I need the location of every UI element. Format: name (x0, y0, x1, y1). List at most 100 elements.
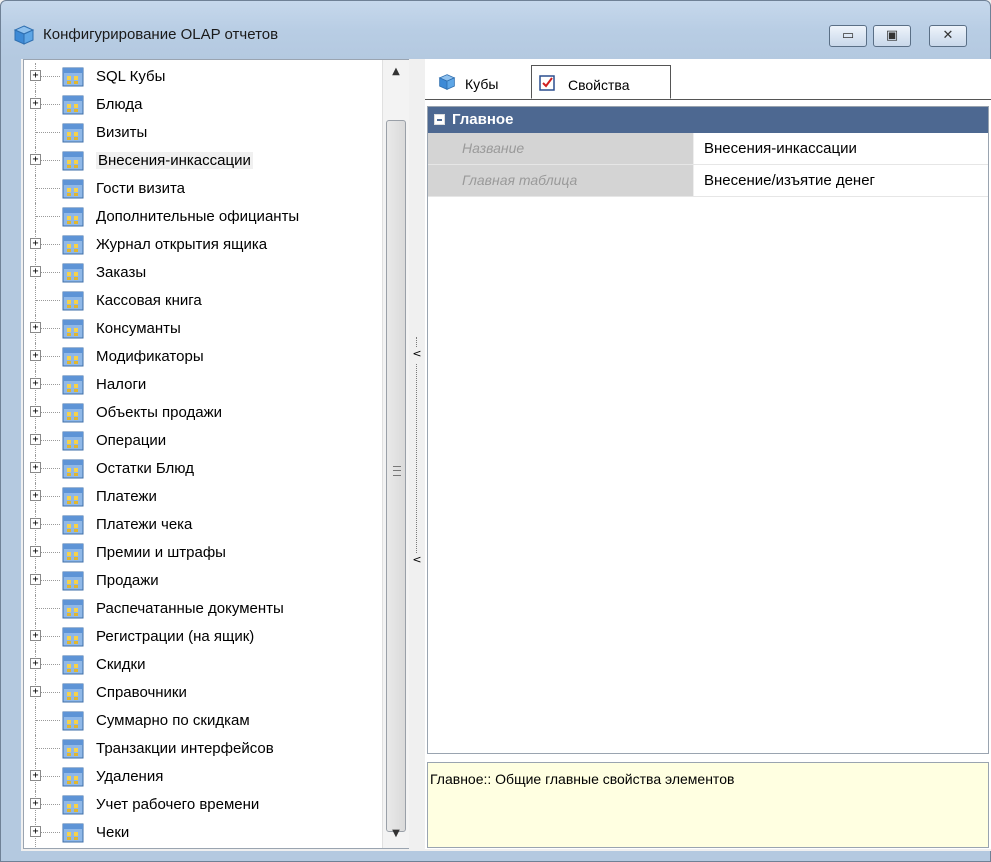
expand-icon[interactable]: + (30, 798, 41, 809)
tree-connector (35, 287, 36, 315)
properties-panel: Кубы Свойства Главное Название Внесения-… (425, 59, 991, 849)
cube-table-icon (62, 487, 84, 507)
cube-table-icon (62, 711, 84, 731)
expand-icon[interactable]: + (30, 518, 41, 529)
expand-icon[interactable]: + (30, 686, 41, 697)
tree-item[interactable]: + Консуманты (24, 315, 384, 343)
tree-item-label: Объекты продажи (96, 404, 223, 421)
tree-item-label: Платежи (96, 488, 157, 505)
expand-icon[interactable]: + (30, 378, 41, 389)
expand-icon[interactable]: + (30, 630, 41, 641)
expand-icon[interactable]: + (30, 70, 41, 81)
tree-item-label: Блюда (96, 96, 143, 113)
tree-item-label: Модификаторы (96, 348, 204, 365)
tree-item[interactable]: + Заказы (24, 259, 384, 287)
property-name-cell: Главная таблица (428, 165, 694, 196)
tree-item[interactable]: + Блюда (24, 91, 384, 119)
maximize-button[interactable]: ▣ (873, 25, 911, 47)
property-value[interactable]: Внесения-инкассации (704, 140, 857, 157)
cube-table-icon (62, 571, 84, 591)
scroll-up-icon[interactable]: ▲ (383, 66, 409, 86)
expand-icon[interactable]: + (30, 98, 41, 109)
scrollbar-thumb[interactable] (386, 120, 406, 832)
tree-item[interactable]: Визиты (24, 119, 384, 147)
expand-icon[interactable]: + (30, 154, 41, 165)
cube-table-icon (62, 627, 84, 647)
tree-item[interactable]: + Чеки (24, 819, 384, 847)
expand-icon[interactable]: + (30, 406, 41, 417)
cube-table-icon (62, 795, 84, 815)
cube-table-icon (62, 207, 84, 227)
expand-icon[interactable]: + (30, 238, 41, 249)
app-window: Конфигурирование OLAP отчетов ▭ ▣ ✕ + SQL… (0, 0, 991, 862)
tree-item[interactable]: + Объекты продажи (24, 399, 384, 427)
expand-icon[interactable]: + (30, 574, 41, 585)
tree-connector (35, 595, 36, 623)
expand-icon[interactable]: + (30, 434, 41, 445)
cube-icon (438, 74, 456, 90)
tree-item[interactable]: + Премии и штрафы (24, 539, 384, 567)
grip-icon (393, 466, 401, 476)
tree-item[interactable]: + Операции (24, 427, 384, 455)
tree-item-label: Распечатанные документы (96, 600, 284, 617)
tree-connector (35, 175, 36, 203)
category-row[interactable]: Главное (428, 107, 988, 133)
collapse-icon[interactable] (434, 114, 445, 125)
tree-scrollbar[interactable]: ▲ ▼ (382, 60, 409, 848)
tree-item[interactable]: + Налоги (24, 371, 384, 399)
minimize-button[interactable]: ▭ (829, 25, 867, 47)
expand-icon[interactable]: + (30, 770, 41, 781)
close-button[interactable]: ✕ (929, 25, 967, 47)
tree-connector (35, 735, 36, 763)
tree-item[interactable]: + Платежи чека (24, 511, 384, 539)
tree-item[interactable]: + Справочники (24, 679, 384, 707)
expand-icon[interactable]: + (30, 826, 41, 837)
tree-item[interactable]: Гости визита (24, 175, 384, 203)
tree-connector (36, 188, 60, 189)
tree-item-label: Заказы (96, 264, 147, 281)
expand-icon[interactable]: + (30, 658, 41, 669)
property-row[interactable]: Название Внесения-инкассации (428, 133, 988, 165)
tab-cubes[interactable]: Кубы (427, 65, 531, 99)
cube-table-icon (62, 375, 84, 395)
tab-properties[interactable]: Свойства (531, 65, 671, 99)
expand-icon[interactable]: + (30, 462, 41, 473)
property-value[interactable]: Внесение/изъятие денег (704, 172, 875, 189)
cube-table-icon (62, 543, 84, 563)
tree-item-label: Регистрации (на ящик) (96, 628, 255, 645)
cube-table-icon (62, 123, 84, 143)
collapse-left-icon[interactable]: < (411, 347, 423, 363)
minimize-icon: ▭ (841, 28, 855, 43)
tree-item[interactable]: + Журнал открытия ящика (24, 231, 384, 259)
tree-item[interactable]: + Скидки (24, 651, 384, 679)
tree-item[interactable]: + Удаления (24, 763, 384, 791)
expand-icon[interactable]: + (30, 266, 41, 277)
tree-item[interactable]: Суммарно по скидкам (24, 707, 384, 735)
property-row[interactable]: Главная таблица Внесение/изъятие денег (428, 165, 988, 197)
tree-item[interactable]: Кассовая книга (24, 287, 384, 315)
title-bar[interactable]: Конфигурирование OLAP отчетов ▭ ▣ ✕ (1, 1, 990, 59)
tree-item[interactable]: + Модификаторы (24, 343, 384, 371)
tree-item[interactable]: + Платежи (24, 483, 384, 511)
expand-icon[interactable]: + (30, 350, 41, 361)
tree-item[interactable]: + Продажи (24, 567, 384, 595)
expand-icon[interactable]: + (30, 322, 41, 333)
tree-item[interactable]: Дополнительные официанты (24, 203, 384, 231)
expand-icon[interactable]: + (30, 546, 41, 557)
scroll-down-icon[interactable]: ▼ (383, 828, 409, 848)
tree-item[interactable]: + Учет рабочего времени (24, 791, 384, 819)
tree-item[interactable]: + Остатки Блюд (24, 455, 384, 483)
expand-icon[interactable]: + (30, 490, 41, 501)
cube-table-icon (62, 431, 84, 451)
property-grid: Главное Название Внесения-инкассации Гла… (427, 106, 989, 754)
tree-connector (36, 132, 60, 133)
tree-item[interactable]: Транзакции интерфейсов (24, 735, 384, 763)
cube-tree-panel: + SQL Кубы + Блюда Визиты + Внесения-инкассаци… (23, 59, 409, 849)
panel-splitter[interactable]: < < (410, 59, 424, 849)
collapse-left-icon[interactable]: < (411, 553, 423, 569)
tree-item-label: SQL Кубы (96, 68, 166, 85)
tree-item[interactable]: + Регистрации (на ящик) (24, 623, 384, 651)
tree-item[interactable]: Распечатанные документы (24, 595, 384, 623)
tree-item[interactable]: + Внесения-инкассации (24, 147, 384, 175)
tree-item[interactable]: + SQL Кубы (24, 63, 384, 91)
